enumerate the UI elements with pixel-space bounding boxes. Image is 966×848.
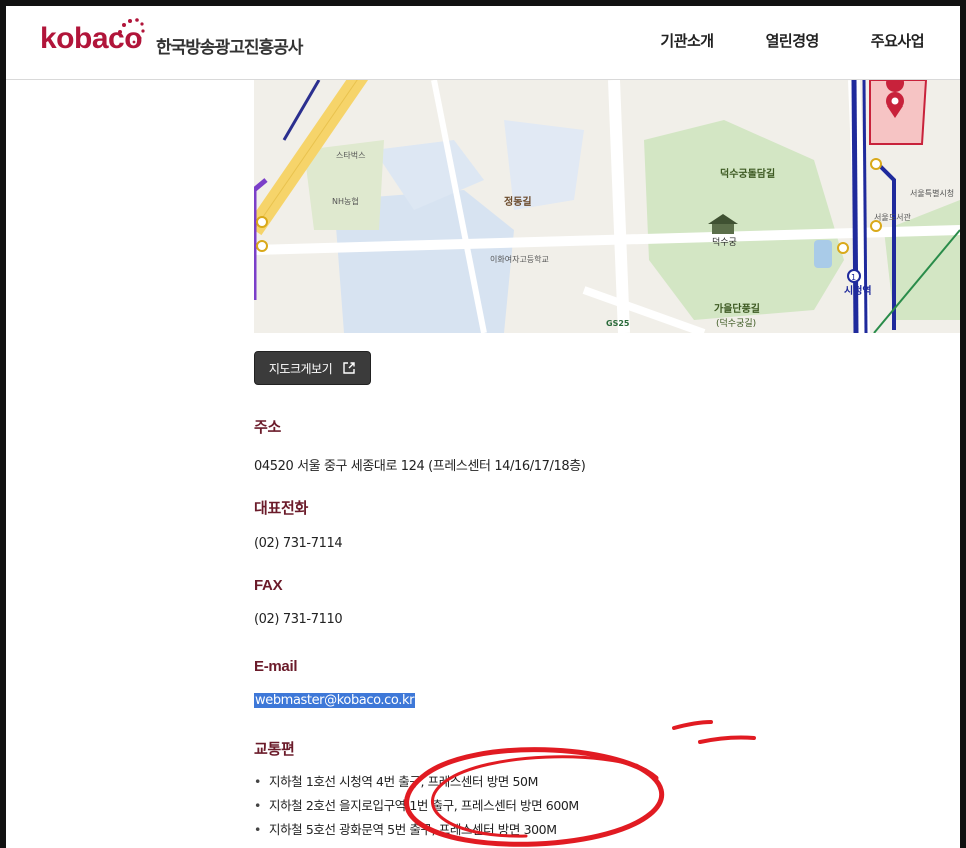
map-label-school: 이화여자고등학교 xyxy=(490,254,549,264)
map-label-autumn-sub: (덕수궁길) xyxy=(716,318,756,329)
address-value: 04520 서울 중구 세종대로 124 (프레스센터 14/16/17/18층… xyxy=(254,459,586,474)
email-section: E-mail webmaster@kobaco.co.kr xyxy=(254,658,416,708)
transit-title: 교통편 xyxy=(254,741,295,758)
logo-korean-name: 한국방송광고진흥공사 xyxy=(156,38,303,58)
email-title: E-mail xyxy=(254,658,298,675)
map-label-autumn: 가을단풍길 xyxy=(714,302,760,315)
logo-dots-icon xyxy=(118,18,145,44)
svg-text:1: 1 xyxy=(851,273,856,282)
map-label-cityhall: 서울특별시청 xyxy=(910,188,954,198)
location-map[interactable]: 1 정동길 덕수궁돌담길 덕수궁 가을단풍길 (덕수궁길) 시청역 GS25 이… xyxy=(254,80,960,333)
phone-section: 대표전화 (02) 731-7114 xyxy=(254,497,343,551)
email-link[interactable]: webmaster@kobaco.co.kr xyxy=(254,693,416,708)
browser-viewport: kobaco 한국방송광고진흥공사 기관소개 열린경영 주요사업 1 정동길 덕… xyxy=(6,6,960,848)
fax-value: (02) 731-7110 xyxy=(254,612,343,627)
nav-item-main-business[interactable]: 주요사업 xyxy=(871,30,925,51)
address-section: 주소 04520 서울 중구 세종대로 124 (프레스센터 14/16/17/… xyxy=(254,416,586,474)
fax-title: FAX xyxy=(254,577,283,594)
list-item: 지하철 2호선 을지로입구역 1번 출구, 프레스센터 방면 600M xyxy=(254,795,579,814)
transit-list: 지하철 1호선 시청역 4번 출구, 프레스센터 방면 50M 지하철 2호선 … xyxy=(254,771,579,838)
map-label-deoksugung: 덕수궁 xyxy=(712,237,737,248)
map-label-nh: NH농협 xyxy=(332,196,359,206)
map-label-library: 서울도서관 xyxy=(874,212,911,222)
list-item: 지하철 5호선 광화문역 5번 출구, 프레스센터 방면 300M xyxy=(254,819,579,838)
view-large-map-label: 지도크게보기 xyxy=(268,361,333,376)
main-nav: 기관소개 열린경영 주요사업 xyxy=(660,30,924,51)
view-large-map-button[interactable]: 지도크게보기 xyxy=(254,351,371,385)
map-label-dolldam: 덕수궁돌담길 xyxy=(720,167,775,180)
map-label-station: 시청역 xyxy=(844,284,872,297)
map-label-jeongdong: 정동길 xyxy=(504,195,532,208)
fax-section: FAX (02) 731-7110 xyxy=(254,577,343,627)
nav-item-about[interactable]: 기관소개 xyxy=(660,30,714,51)
map-label-starbucks: 스타벅스 xyxy=(336,150,365,160)
list-item: 지하철 1호선 시청역 4번 출구, 프레스센터 방면 50M xyxy=(254,771,579,790)
transit-section: 교통편 지하철 1호선 시청역 4번 출구, 프레스센터 방면 50M 지하철 … xyxy=(254,738,579,843)
phone-title: 대표전화 xyxy=(254,500,309,517)
address-title: 주소 xyxy=(254,419,282,436)
site-header: kobaco 한국방송광고진흥공사 기관소개 열린경영 주요사업 xyxy=(6,6,960,80)
map-label-gs25: GS25 xyxy=(606,319,630,328)
phone-value: (02) 731-7114 xyxy=(254,536,343,551)
nav-item-open-management[interactable]: 열린경영 xyxy=(766,30,820,51)
external-link-icon xyxy=(343,362,355,374)
